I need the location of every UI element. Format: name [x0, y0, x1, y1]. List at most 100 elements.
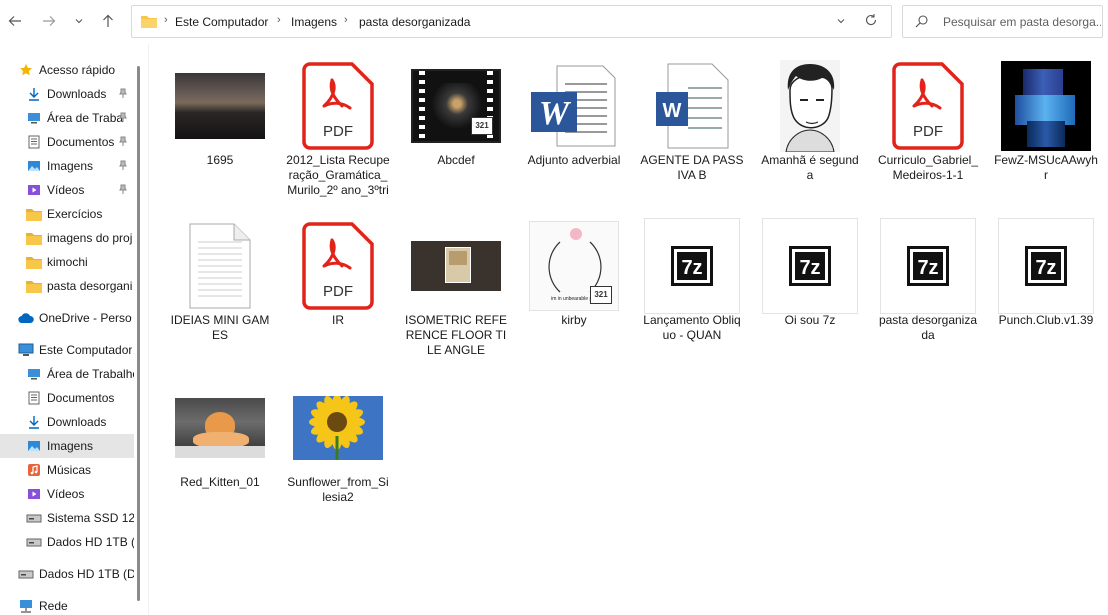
drive-icon: [26, 510, 42, 526]
sidebar-item[interactable]: Este Computador: [0, 338, 134, 362]
image-icon: [26, 438, 42, 454]
file-name: ISOMETRIC REFERENCE FLOOR TILE ANGLE: [404, 313, 507, 357]
file-name: FewZ-MSUcAAwyhr: [994, 153, 1098, 182]
sidebar-item[interactable]: Músicas: [0, 458, 134, 482]
sidebar-item-label: Documentos: [47, 135, 115, 149]
sidebar-item-label: Área de Traba: [47, 111, 124, 125]
sidebar-item[interactable]: Downloads: [0, 410, 134, 434]
sidebar-item[interactable]: Imagens: [0, 434, 134, 458]
file-thumbnail: [404, 218, 508, 314]
folder-icon: [26, 254, 42, 270]
file-thumbnail: W: [640, 58, 744, 154]
breadcrumb-separator: ›: [277, 14, 281, 26]
file-name: IDEIAS MINI GAMES: [170, 313, 270, 342]
sidebar-item[interactable]: Downloads: [0, 82, 134, 106]
chevron-down-icon: [837, 19, 845, 24]
breadcrumb-item[interactable]: Imagens: [291, 15, 337, 29]
video-icon: [26, 486, 42, 502]
sidebar-item-label: Rede: [39, 599, 68, 613]
sidebar-item[interactable]: Área de Traba: [0, 106, 134, 130]
sevenzip-label: 7z: [799, 257, 820, 279]
breadcrumb-item-current[interactable]: pasta desorganizada: [359, 15, 470, 29]
word-letter: W: [663, 100, 682, 122]
sidebar-item[interactable]: pasta desorgani: [0, 274, 134, 298]
pdf-label: PDF: [323, 123, 353, 140]
file-name: Sunflower_from_Silesia2: [287, 475, 389, 504]
chevron-down-icon: [75, 19, 83, 24]
file-name: Oi sou 7z: [784, 313, 836, 327]
refresh-button[interactable]: [864, 13, 878, 30]
file-thumbnail: W: [522, 58, 626, 154]
download-icon: [26, 414, 42, 430]
file-name: Curriculo_Gabriel_Medeiros-1-1: [877, 153, 979, 182]
pin-icon: [118, 111, 128, 125]
recent-locations-button[interactable]: [68, 10, 90, 32]
sidebar-item[interactable]: OneDrive - Perso: [0, 306, 134, 330]
sidebar-item-label: Downloads: [47, 415, 107, 429]
pin-icon: [118, 159, 128, 173]
sidebar-item[interactable]: Sistema SSD 120: [0, 506, 134, 530]
sidebar-item[interactable]: Documentos: [0, 130, 134, 154]
sidebar-item-label: Dados HD 1TB (I: [47, 535, 134, 549]
file-thumbnail: PDF: [286, 218, 390, 314]
sidebar-item-label: Sistema SSD 120: [47, 511, 134, 525]
search-icon: [915, 15, 928, 31]
breadcrumb-item[interactable]: Este Computador: [175, 15, 268, 29]
sidebar-item-label: Músicas: [47, 463, 92, 477]
file-thumbnail: [168, 380, 272, 476]
file-name: 2012_Lista Recuperação_Gramática_Murilo_…: [286, 153, 390, 197]
sidebar-item[interactable]: Acesso rápido: [0, 58, 134, 82]
file-name: Abcdef: [437, 153, 475, 167]
sidebar-item[interactable]: Documentos: [0, 386, 134, 410]
file-thumbnail: PDF: [286, 58, 390, 154]
file-thumbnail: 321: [404, 58, 508, 154]
file-name: Adjunto adverbial: [527, 153, 621, 167]
navigation-scrollbar[interactable]: [137, 66, 140, 601]
folder-icon: [26, 278, 42, 294]
file-name: Red_Kitten_01: [180, 475, 260, 489]
arrow-right-icon: [43, 16, 56, 26]
file-thumbnail: 7z: [994, 218, 1098, 314]
back-button[interactable]: [4, 10, 26, 32]
sidebar-item[interactable]: Imagens: [0, 154, 134, 178]
sidebar-item[interactable]: Dados HD 1TB (I: [0, 530, 134, 554]
file-thumbnail: PDF: [876, 58, 980, 154]
file-name: 1695: [206, 153, 234, 167]
sevenzip-label: 7z: [1035, 257, 1056, 279]
address-toolbar: › Este Computador › Imagens › pasta deso…: [0, 0, 1108, 44]
navigation-pane: Acesso rápido Downloads Área de Traba Docum…: [0, 58, 134, 615]
sidebar-item[interactable]: Exercícios: [0, 202, 134, 226]
search-box[interactable]: Pesquisar em pasta desorga...: [902, 5, 1103, 38]
search-input[interactable]: Pesquisar em pasta desorga...: [943, 15, 1101, 29]
sidebar-item[interactable]: kimochi: [0, 250, 134, 274]
sidebar-item[interactable]: Vídeos: [0, 482, 134, 506]
file-name: Amanhã é segunda: [761, 153, 859, 182]
breadcrumb-separator: ›: [164, 14, 168, 26]
sidebar-item-label: kimochi: [47, 255, 88, 269]
address-bar[interactable]: › Este Computador › Imagens › pasta deso…: [131, 5, 892, 38]
music-icon: [26, 462, 42, 478]
sidebar-item-label: pasta desorgani: [47, 279, 133, 293]
pin-icon: [118, 135, 128, 149]
sidebar-item[interactable]: imagens do proj: [0, 226, 134, 250]
word-letter: W: [539, 95, 572, 132]
forward-button[interactable]: [38, 10, 60, 32]
file-name: pasta desorganizada: [878, 313, 978, 342]
address-dropdown-button[interactable]: [836, 15, 846, 29]
file-thumbnail: [994, 58, 1098, 154]
desktop-icon: [26, 110, 42, 126]
sidebar-item[interactable]: Vídeos: [0, 178, 134, 202]
file-name: kirby: [561, 313, 587, 327]
file-thumbnail: [168, 218, 272, 314]
breadcrumb-separator: ›: [344, 14, 348, 26]
sidebar-item-label: Downloads: [47, 87, 107, 101]
sidebar-item[interactable]: Dados HD 1TB (D:: [0, 562, 134, 586]
file-thumbnail: [286, 380, 390, 476]
sidebar-item-label: imagens do proj: [47, 231, 133, 245]
cloud-icon: [18, 310, 34, 326]
sidebar-item[interactable]: Rede: [0, 594, 134, 615]
sidebar-item[interactable]: Área de Trabalho: [0, 362, 134, 386]
media-player-badge: 321: [471, 117, 493, 135]
up-button[interactable]: [97, 10, 119, 32]
file-thumbnail: 7z: [640, 218, 744, 314]
